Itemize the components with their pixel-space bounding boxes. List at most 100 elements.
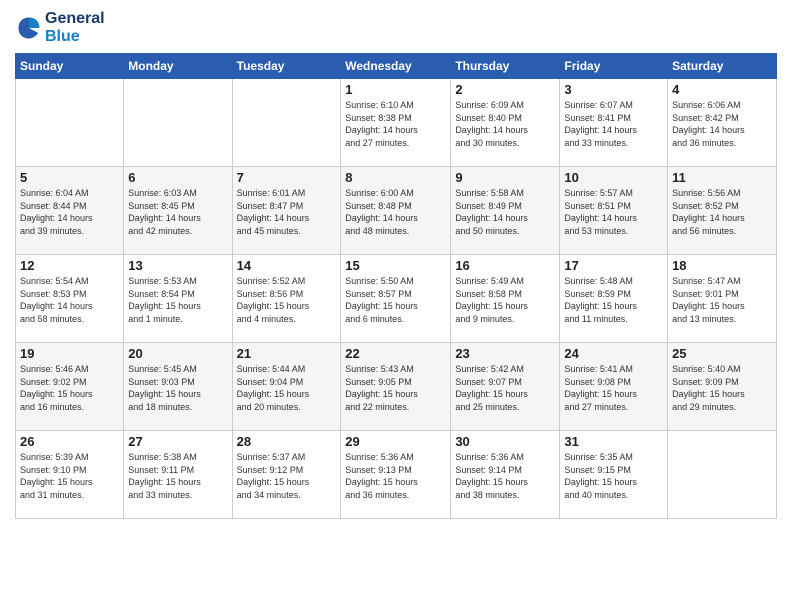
day-number: 7 (237, 170, 337, 185)
day-number: 5 (20, 170, 119, 185)
day-number: 8 (345, 170, 446, 185)
day-number: 14 (237, 258, 337, 273)
calendar-cell: 1 Sunrise: 6:10 AM Sunset: 8:38 PM Daylig… (341, 79, 451, 167)
calendar-week-row: 19 Sunrise: 5:46 AM Sunset: 9:02 PM Dayli… (16, 343, 777, 431)
day-number: 6 (128, 170, 227, 185)
day-info: Sunrise: 6:03 AM Sunset: 8:45 PM Dayligh… (128, 187, 227, 237)
calendar-cell: 25Sunrise: 5:40 AM Sunset: 9:09 PM Dayli… (668, 343, 777, 431)
calendar-cell: 24 Sunrise: 5:41 AM Sunset: 9:08 PM Dayli… (560, 343, 668, 431)
day-number: 19 (20, 346, 119, 361)
day-number: 20 (128, 346, 227, 361)
day-info: Sunrise: 5:48 AM Sunset: 8:59 PM Dayligh… (564, 275, 663, 325)
calendar-cell: 9 Sunrise: 5:58 AM Sunset: 8:49 PM Daylig… (451, 167, 560, 255)
calendar-cell (232, 79, 341, 167)
calendar-cell: 4 Sunrise: 6:06 AM Sunset: 8:42 PM Daylig… (668, 79, 777, 167)
day-info: Sunrise: 5:37 AM Sunset: 9:12 PM Dayligh… (237, 451, 337, 501)
day-info: Sunrise: 5:53 AM Sunset: 8:54 PM Dayligh… (128, 275, 227, 325)
calendar-cell: 19 Sunrise: 5:46 AM Sunset: 9:02 PM Dayli… (16, 343, 124, 431)
day-info: Sunrise: 5:42 AM Sunset: 9:07 PM Dayligh… (455, 363, 555, 413)
day-number: 3 (564, 82, 663, 97)
calendar-cell: 31 Sunrise: 5:35 AM Sunset: 9:15 PM Dayli… (560, 431, 668, 519)
calendar-cell: 14 Sunrise: 5:52 AM Sunset: 8:56 PM Dayli… (232, 255, 341, 343)
day-info: Sunrise: 5:46 AM Sunset: 9:02 PM Dayligh… (20, 363, 119, 413)
calendar-cell: 5 Sunrise: 6:04 AM Sunset: 8:44 PM Daylig… (16, 167, 124, 255)
page-container: General Blue SundayMondayTuesdayWednesda… (0, 0, 792, 529)
day-info: Sunrise: 5:57 AM Sunset: 8:51 PM Dayligh… (564, 187, 663, 237)
weekday-header-wednesday: Wednesday (341, 54, 451, 79)
calendar-cell: 27 Sunrise: 5:38 AM Sunset: 9:11 PM Dayli… (124, 431, 232, 519)
calendar-cell: 13 Sunrise: 5:53 AM Sunset: 8:54 PM Dayli… (124, 255, 232, 343)
calendar-cell: 8 Sunrise: 6:00 AM Sunset: 8:48 PM Daylig… (341, 167, 451, 255)
calendar-cell: 7 Sunrise: 6:01 AM Sunset: 8:47 PM Daylig… (232, 167, 341, 255)
day-number: 12 (20, 258, 119, 273)
weekday-header-row: SundayMondayTuesdayWednesdayThursdayFrid… (16, 54, 777, 79)
day-info: Sunrise: 5:50 AM Sunset: 8:57 PM Dayligh… (345, 275, 446, 325)
weekday-header-tuesday: Tuesday (232, 54, 341, 79)
day-number: 15 (345, 258, 446, 273)
day-number: 9 (455, 170, 555, 185)
day-info: Sunrise: 6:09 AM Sunset: 8:40 PM Dayligh… (455, 99, 555, 149)
day-number: 29 (345, 434, 446, 449)
logo-text: General Blue (45, 10, 105, 45)
weekday-header-friday: Friday (560, 54, 668, 79)
day-number: 18 (672, 258, 772, 273)
day-info: Sunrise: 5:52 AM Sunset: 8:56 PM Dayligh… (237, 275, 337, 325)
calendar-cell (668, 431, 777, 519)
calendar-cell: 21Sunrise: 5:44 AM Sunset: 9:04 PM Dayli… (232, 343, 341, 431)
calendar-cell: 23Sunrise: 5:42 AM Sunset: 9:07 PM Dayli… (451, 343, 560, 431)
day-number: 11 (672, 170, 772, 185)
calendar-cell: 2 Sunrise: 6:09 AM Sunset: 8:40 PM Daylig… (451, 79, 560, 167)
calendar-cell: 3 Sunrise: 6:07 AM Sunset: 8:41 PM Daylig… (560, 79, 668, 167)
logo: General Blue (15, 10, 105, 45)
day-info: Sunrise: 5:36 AM Sunset: 9:13 PM Dayligh… (345, 451, 446, 501)
calendar-cell: 22Sunrise: 5:43 AM Sunset: 9:05 PM Dayli… (341, 343, 451, 431)
day-number: 28 (237, 434, 337, 449)
weekday-header-sunday: Sunday (16, 54, 124, 79)
day-info: Sunrise: 5:49 AM Sunset: 8:58 PM Dayligh… (455, 275, 555, 325)
weekday-header-monday: Monday (124, 54, 232, 79)
day-number: 1 (345, 82, 446, 97)
day-info: Sunrise: 6:10 AM Sunset: 8:38 PM Dayligh… (345, 99, 446, 149)
calendar-cell: 29 Sunrise: 5:36 AM Sunset: 9:13 PM Dayli… (341, 431, 451, 519)
day-number: 27 (128, 434, 227, 449)
calendar-week-row: 26 Sunrise: 5:39 AM Sunset: 9:10 PM Dayli… (16, 431, 777, 519)
day-info: Sunrise: 6:04 AM Sunset: 8:44 PM Dayligh… (20, 187, 119, 237)
day-info: Sunrise: 5:43 AM Sunset: 9:05 PM Dayligh… (345, 363, 446, 413)
calendar-cell: 28 Sunrise: 5:37 AM Sunset: 9:12 PM Dayli… (232, 431, 341, 519)
calendar-cell (16, 79, 124, 167)
day-info: Sunrise: 5:41 AM Sunset: 9:08 PM Dayligh… (564, 363, 663, 413)
calendar-cell: 26 Sunrise: 5:39 AM Sunset: 9:10 PM Dayli… (16, 431, 124, 519)
day-info: Sunrise: 6:07 AM Sunset: 8:41 PM Dayligh… (564, 99, 663, 149)
calendar-cell: 18 Sunrise: 5:47 AM Sunset: 9:01 PM Dayli… (668, 255, 777, 343)
day-info: Sunrise: 6:06 AM Sunset: 8:42 PM Dayligh… (672, 99, 772, 149)
day-number: 13 (128, 258, 227, 273)
calendar-cell: 12Sunrise: 5:54 AM Sunset: 8:53 PM Dayli… (16, 255, 124, 343)
day-number: 21 (237, 346, 337, 361)
weekday-header-saturday: Saturday (668, 54, 777, 79)
day-number: 30 (455, 434, 555, 449)
day-info: Sunrise: 5:35 AM Sunset: 9:15 PM Dayligh… (564, 451, 663, 501)
day-info: Sunrise: 5:45 AM Sunset: 9:03 PM Dayligh… (128, 363, 227, 413)
calendar-cell: 10Sunrise: 5:57 AM Sunset: 8:51 PM Dayli… (560, 167, 668, 255)
day-number: 4 (672, 82, 772, 97)
day-info: Sunrise: 5:58 AM Sunset: 8:49 PM Dayligh… (455, 187, 555, 237)
calendar-cell: 16Sunrise: 5:49 AM Sunset: 8:58 PM Dayli… (451, 255, 560, 343)
calendar-cell: 30Sunrise: 5:36 AM Sunset: 9:14 PM Dayli… (451, 431, 560, 519)
calendar-week-row: 12Sunrise: 5:54 AM Sunset: 8:53 PM Dayli… (16, 255, 777, 343)
day-info: Sunrise: 5:40 AM Sunset: 9:09 PM Dayligh… (672, 363, 772, 413)
day-info: Sunrise: 6:01 AM Sunset: 8:47 PM Dayligh… (237, 187, 337, 237)
page-header: General Blue (15, 10, 777, 45)
day-info: Sunrise: 6:00 AM Sunset: 8:48 PM Dayligh… (345, 187, 446, 237)
day-info: Sunrise: 5:47 AM Sunset: 9:01 PM Dayligh… (672, 275, 772, 325)
calendar-cell: 11Sunrise: 5:56 AM Sunset: 8:52 PM Dayli… (668, 167, 777, 255)
calendar-table: SundayMondayTuesdayWednesdayThursdayFrid… (15, 53, 777, 519)
day-number: 26 (20, 434, 119, 449)
day-number: 2 (455, 82, 555, 97)
day-info: Sunrise: 5:38 AM Sunset: 9:11 PM Dayligh… (128, 451, 227, 501)
calendar-week-row: 5 Sunrise: 6:04 AM Sunset: 8:44 PM Daylig… (16, 167, 777, 255)
calendar-week-row: 1 Sunrise: 6:10 AM Sunset: 8:38 PM Daylig… (16, 79, 777, 167)
day-info: Sunrise: 5:39 AM Sunset: 9:10 PM Dayligh… (20, 451, 119, 501)
weekday-header-thursday: Thursday (451, 54, 560, 79)
day-number: 24 (564, 346, 663, 361)
day-number: 31 (564, 434, 663, 449)
